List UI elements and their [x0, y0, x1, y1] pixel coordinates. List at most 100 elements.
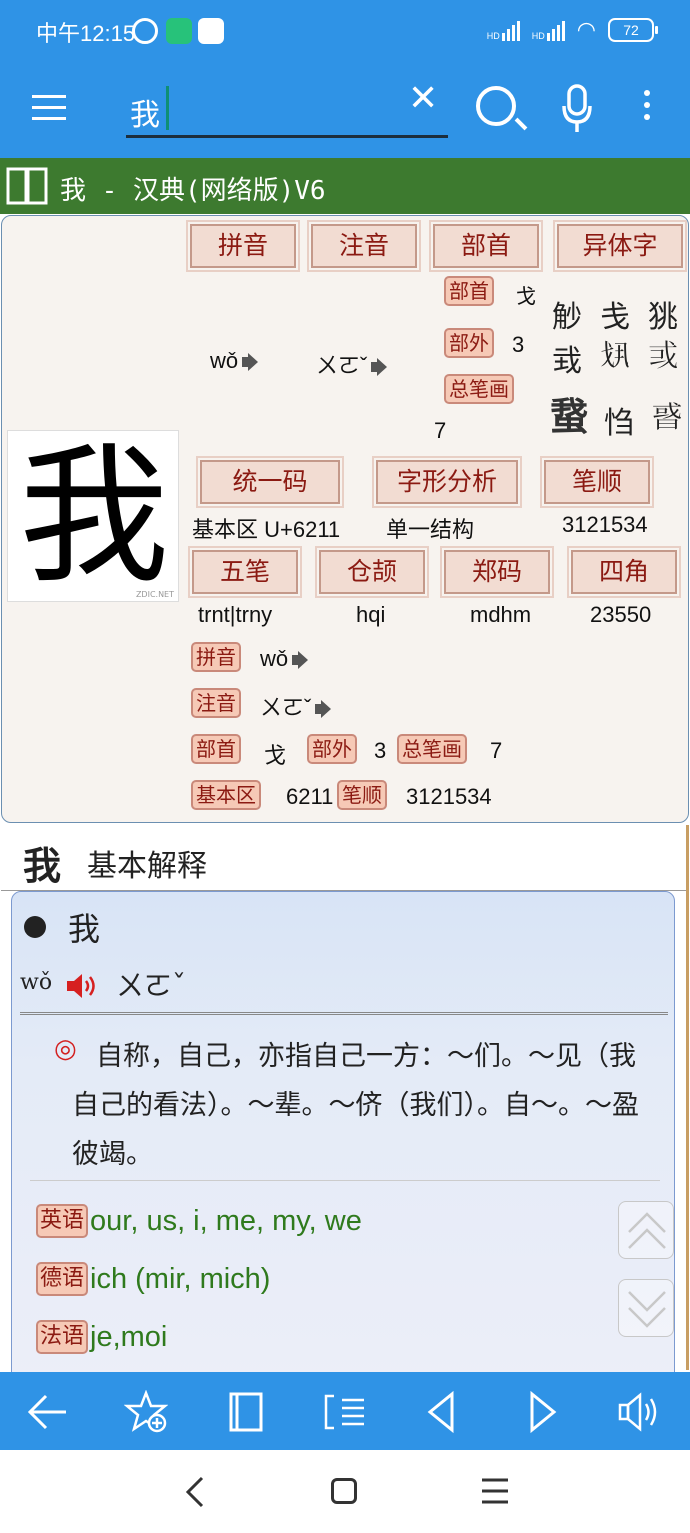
scroll-down-button[interactable] — [618, 1279, 674, 1337]
nav-back-icon[interactable] — [180, 1474, 210, 1510]
system-nav-bar — [0, 1450, 690, 1533]
buwai-tag: 部外 — [444, 328, 494, 358]
character-glyph-box: 我 ZDIC.NET — [7, 430, 179, 603]
app-notification-icon — [166, 18, 192, 44]
pinyin-value: wǒ — [210, 348, 268, 374]
section-title: 基本解释 — [87, 849, 207, 884]
chevron-up-icon — [628, 1212, 666, 1249]
entry-char: 我 — [68, 910, 101, 948]
menu-icon[interactable] — [32, 95, 66, 121]
nav-recents-icon[interactable] — [480, 1476, 510, 1506]
search-input[interactable]: 我 — [126, 80, 448, 138]
character-info-panel: 我 ZDIC.NET 拼音 注音 部首 异体字 wǒ ㄨㄛˇ 部首 戈 部外 3… — [1, 215, 689, 823]
header-zhengma: 郑码 — [440, 546, 554, 598]
summary-pinyin-tag: 拼音 — [191, 642, 241, 672]
wubi-value: trnt|trny — [198, 602, 273, 627]
list-index-icon[interactable] — [322, 1390, 366, 1434]
bullet-icon — [24, 916, 46, 938]
search-icon[interactable] — [476, 86, 516, 126]
text-caret — [166, 86, 169, 130]
entry-pinyin: wǒ — [20, 970, 53, 995]
header-yiti: 异体字 — [553, 220, 687, 272]
definition-card: 我 wǒ ㄨㄛˇ ◎ 自称，自己，亦指自己一方：～们。～见（我自己的看法）。～辈… — [11, 891, 675, 1391]
signal-icon: HD — [487, 19, 520, 41]
bushou-tag: 部首 — [444, 276, 494, 306]
summary-jibenqu-tag: 基本区 — [191, 780, 261, 810]
entry-zhuyin: ㄨㄛˇ — [116, 969, 187, 1002]
status-bar: 中午12:15 HD HD ◠ 72 — [0, 0, 690, 60]
previous-icon[interactable] — [420, 1390, 464, 1434]
favorite-add-icon[interactable] — [124, 1390, 168, 1434]
title-bar: 我 - 汉典(网络版)V6 — [0, 158, 690, 214]
zongbihua-tag: 总笔画 — [444, 374, 514, 404]
next-icon[interactable] — [520, 1390, 564, 1434]
app-notification-icon-2 — [198, 18, 224, 44]
back-arrow-icon[interactable] — [26, 1390, 70, 1434]
page-title: 我 - 汉典(网络版)V6 — [60, 176, 326, 206]
header-zixing: 字形分析 — [372, 456, 522, 508]
microphone-icon[interactable] — [562, 84, 592, 134]
summary-zhuyin-value: ㄨㄛˇ — [260, 690, 341, 722]
variant-char[interactable]: 觘 — [552, 292, 582, 336]
summary-bishun-value: 3121534 — [406, 784, 492, 809]
summary-zongbihua-value: 7 — [490, 738, 503, 763]
more-options-icon[interactable] — [644, 90, 654, 126]
scroll-up-button[interactable] — [618, 1201, 674, 1259]
definition-text: 自称，自己，亦指自己一方：～们。～见（我自己的看法）。～辈。～侪（我们）。自～。… — [72, 1041, 639, 1170]
zhuyin-value: ㄨㄛˇ — [316, 348, 397, 380]
document-icon[interactable] — [224, 1390, 268, 1434]
sijiao-value: 23550 — [590, 602, 652, 627]
translation-row: 英语 our, us, i, me, my, we — [36, 1204, 362, 1238]
cangjie-value: hqi — [356, 602, 386, 627]
battery-icon: 72 — [608, 18, 658, 42]
language-tag: 德语 — [36, 1262, 89, 1296]
summary-zhuyin-tag: 注音 — [191, 688, 241, 718]
zhengma-value: mdhm — [470, 602, 532, 627]
variant-char[interactable]: 䖸 — [550, 386, 588, 441]
signal-icon-2: HD — [532, 19, 565, 41]
header-unicode: 统一码 — [196, 456, 344, 508]
variant-char[interactable]: 𢦚 — [600, 336, 630, 374]
bottom-toolbar — [0, 1372, 690, 1450]
speaker-icon[interactable] — [240, 351, 268, 373]
speaker-icon[interactable] — [369, 356, 397, 378]
variant-char[interactable]: 㤘 — [604, 398, 634, 442]
header-sijiao: 四角 — [567, 546, 681, 598]
header-bushou: 部首 — [429, 220, 543, 272]
summary-zongbihua-tag: 总笔画 — [397, 734, 467, 764]
header-bishun: 笔顺 — [540, 456, 654, 508]
section-header: 我 基本解释 — [1, 825, 686, 891]
search-toolbar: 我 ✕ — [0, 60, 690, 158]
variant-char[interactable]: 戋 — [600, 292, 630, 336]
basic-explanation-section: 我 基本解释 我 wǒ ㄨㄛˇ ◎ 自称，自己，亦指自己一方：～们。～见（我自己… — [1, 825, 689, 1391]
divider — [20, 1012, 668, 1015]
variant-char[interactable]: 𢦘 — [648, 336, 678, 374]
variant-char[interactable]: 㦱 — [552, 336, 582, 380]
summary-pinyin-value: wǒ — [260, 646, 318, 672]
speaker-icon[interactable] — [313, 698, 341, 720]
clear-icon[interactable]: ✕ — [408, 78, 438, 119]
header-wubi: 五笔 — [188, 546, 302, 598]
speaker-icon[interactable] — [290, 649, 318, 671]
unicode-value: 基本区 U+6211 — [192, 517, 341, 542]
summary-bishun-tag: 笔顺 — [337, 780, 387, 810]
speaker-icon[interactable] — [66, 972, 100, 1000]
wifi-icon: ◠ — [576, 17, 596, 42]
language-tag: 法语 — [36, 1320, 89, 1354]
translation-text: je,moi — [90, 1320, 168, 1353]
status-time: 中午12:15 — [36, 21, 136, 46]
variant-char[interactable]: 狣 — [648, 292, 678, 336]
header-cangjie: 仓颉 — [315, 546, 429, 598]
summary-bushou-tag: 部首 — [191, 734, 241, 764]
translation-row: 法语 je,moi — [36, 1320, 167, 1354]
zixing-value: 单一结构 — [386, 517, 475, 542]
bushou-value: 戈 — [516, 286, 536, 308]
book-icon[interactable] — [6, 166, 48, 206]
variant-char[interactable]: 𢧋 — [652, 398, 682, 436]
speaker-icon[interactable] — [616, 1390, 660, 1434]
header-pinyin: 拼音 — [186, 220, 300, 272]
summary-jibenqu-value: 6211 — [286, 784, 334, 809]
nav-home-icon[interactable] — [331, 1478, 357, 1504]
chevron-down-icon — [628, 1291, 666, 1328]
summary-buwai-value: 3 — [374, 738, 387, 763]
